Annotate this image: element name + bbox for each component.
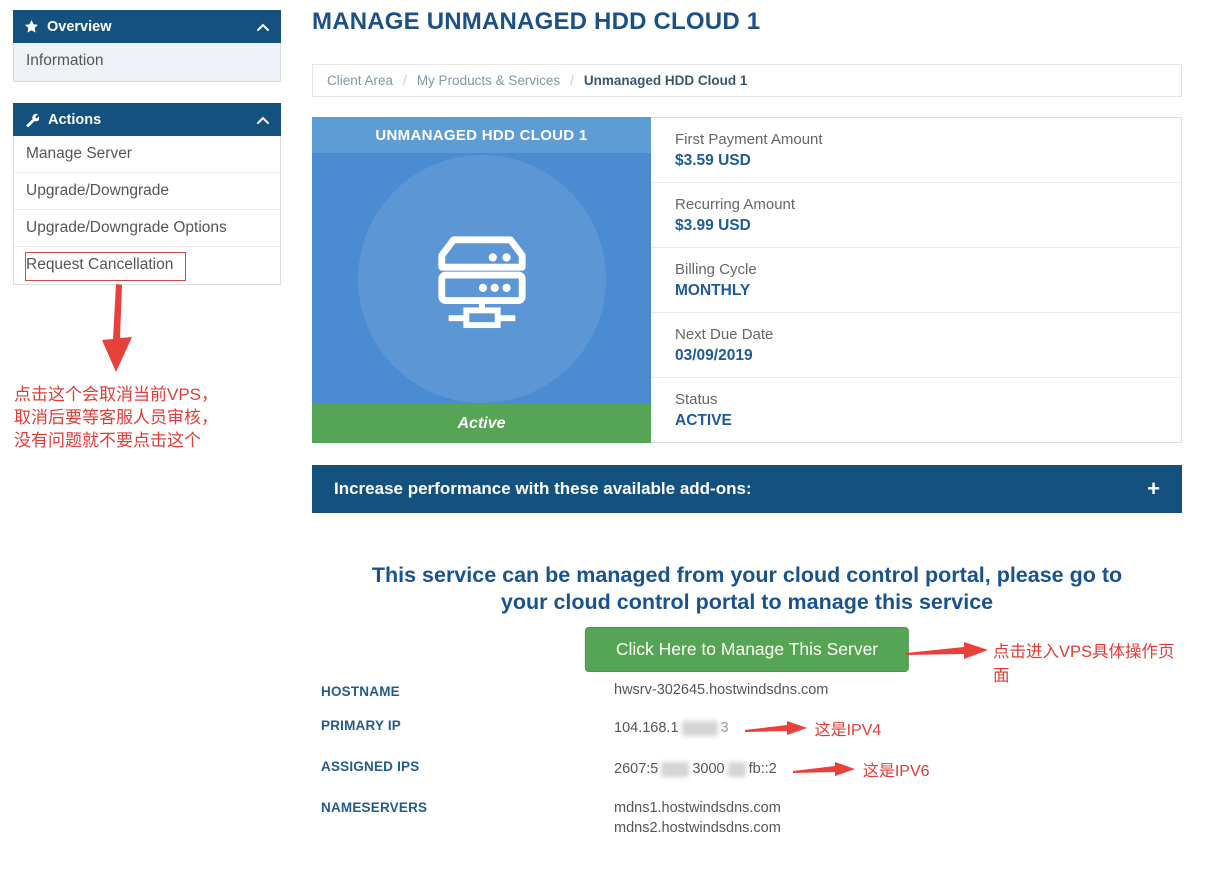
breadcrumb-separator: / — [570, 73, 574, 88]
hostname-value: hwsrv-302645.hostwindsdns.com — [614, 682, 828, 698]
billing-value: $3.99 USD — [675, 217, 1157, 235]
plus-icon[interactable]: + — [1147, 476, 1160, 502]
billing-value: MONTHLY — [675, 282, 1157, 300]
star-icon — [25, 20, 38, 33]
billing-label: Status — [675, 391, 1157, 408]
chevron-up-icon[interactable] — [257, 23, 269, 31]
service-info: HOSTNAME hwsrv-302645.hostwindsdns.com P… — [321, 682, 1182, 855]
nameservers-value: mdns1.hostwindsdns.com mdns2.hostwindsdn… — [614, 798, 781, 838]
product-summary: UNMANAGED HDD CLOUD 1 — [312, 117, 1182, 443]
product-card-circle — [358, 155, 606, 403]
billing-value: ACTIVE — [675, 412, 1157, 430]
cloud-portal-notice-line: This service can be managed from your cl… — [312, 562, 1182, 589]
server-icon — [423, 228, 541, 330]
manage-annotation: 点击进入VPS具体操作页面 — [993, 638, 1182, 686]
annotation-arrow-right-icon — [793, 761, 855, 778]
billing-value: 03/09/2019 — [675, 347, 1157, 365]
wrench-icon — [25, 113, 39, 127]
overview-panel-body: Information — [13, 43, 281, 82]
nameservers-label: NAMESERVERS — [321, 798, 614, 815]
nameserver-entry: mdns1.hostwindsdns.com — [614, 798, 781, 818]
actions-panel-header[interactable]: Actions — [13, 103, 281, 136]
actions-panel-body: Manage Server Upgrade/Downgrade Upgrade/… — [13, 136, 281, 285]
service-row-primary-ip: PRIMARY IP 104.168.1 3 这是IPV4 — [321, 716, 1182, 740]
cancellation-annotation: 点击这个会取消当前VPS， 取消后要等客服人员审核， 没有问题就不要点击这个 — [14, 383, 294, 452]
cancellation-annotation-line: 点击这个会取消当前VPS， — [14, 383, 294, 406]
overview-panel-header[interactable]: Overview — [13, 10, 281, 43]
breadcrumb-client-area[interactable]: Client Area — [327, 73, 393, 88]
assigned-ips-label: ASSIGNED IPS — [321, 757, 614, 774]
sidebar-item-upgrade-downgrade-options[interactable]: Upgrade/Downgrade Options — [14, 210, 280, 247]
billing-details-panel: First Payment Amount $3.59 USD Recurring… — [651, 117, 1182, 443]
primary-ip-visible: 104.168.1 — [614, 720, 679, 736]
client-area-page: Overview Information Actions Manage Serv… — [0, 0, 1206, 871]
billing-label: First Payment Amount — [675, 131, 1157, 148]
addons-bar-text: Increase performance with these availabl… — [334, 479, 752, 499]
billing-value: $3.59 USD — [675, 152, 1157, 170]
redacted-ip-segment — [728, 762, 746, 777]
breadcrumb: Client Area / My Products & Services / U… — [312, 64, 1182, 97]
chevron-up-icon[interactable] — [257, 116, 269, 124]
annotation-arrow-right-icon — [745, 720, 807, 737]
billing-row-next-due: Next Due Date 03/09/2019 — [651, 313, 1181, 378]
assigned-ips-value: 2607:5 3000 fb::2 这是IPV6 — [614, 757, 930, 781]
cloud-portal-notice: This service can be managed from your cl… — [312, 562, 1182, 616]
sidebar-item-information[interactable]: Information — [14, 43, 280, 81]
billing-row-status: Status ACTIVE — [651, 378, 1181, 442]
manage-server-button[interactable]: Click Here to Manage This Server — [585, 627, 909, 672]
billing-label: Next Due Date — [675, 326, 1157, 343]
actions-panel: Actions Manage Server Upgrade/Downgrade … — [13, 103, 281, 285]
breadcrumb-my-products[interactable]: My Products & Services — [417, 73, 560, 88]
overview-panel-title: Overview — [47, 19, 112, 35]
sidebar-item-upgrade-downgrade[interactable]: Upgrade/Downgrade — [14, 173, 280, 210]
primary-ip-visible: 3 — [721, 720, 729, 736]
product-card-title: UNMANAGED HDD CLOUD 1 — [312, 117, 651, 153]
status-badge: Active — [312, 404, 651, 443]
ipv4-annotation: 这是IPV4 — [815, 716, 882, 740]
product-card-art — [312, 153, 651, 404]
addons-bar[interactable]: Increase performance with these availabl… — [312, 465, 1182, 513]
assigned-ip-visible: 3000 — [692, 761, 724, 777]
assigned-ip-visible: 2607:5 — [614, 761, 658, 777]
page-title: MANAGE UNMANAGED HDD CLOUD 1 — [312, 8, 760, 36]
sidebar-item-request-cancellation[interactable]: Request Cancellation — [14, 247, 280, 284]
service-row-hostname: HOSTNAME hwsrv-302645.hostwindsdns.com — [321, 682, 1182, 699]
billing-label: Recurring Amount — [675, 196, 1157, 213]
ipv6-annotation: 这是IPV6 — [863, 757, 930, 781]
sidebar-item-manage-server[interactable]: Manage Server — [14, 136, 280, 173]
billing-row-cycle: Billing Cycle MONTHLY — [651, 248, 1181, 313]
service-row-nameservers: NAMESERVERS mdns1.hostwindsdns.com mdns2… — [321, 798, 1182, 838]
redacted-ip-segment — [682, 721, 718, 736]
assigned-ip-visible: fb::2 — [749, 761, 777, 777]
billing-label: Billing Cycle — [675, 261, 1157, 278]
product-card: UNMANAGED HDD CLOUD 1 — [312, 117, 651, 443]
billing-row-first-payment: First Payment Amount $3.59 USD — [651, 118, 1181, 183]
cloud-portal-notice-line: your cloud control portal to manage this… — [312, 589, 1182, 616]
primary-ip-value: 104.168.1 3 这是IPV4 — [614, 716, 881, 740]
overview-panel: Overview Information — [13, 10, 281, 82]
annotation-arrow-down-icon — [96, 284, 140, 374]
actions-panel-title: Actions — [48, 112, 101, 128]
breadcrumb-current: Unmanaged HDD Cloud 1 — [584, 73, 748, 88]
hostname-label: HOSTNAME — [321, 682, 614, 699]
cancellation-annotation-line: 没有问题就不要点击这个 — [14, 429, 294, 452]
cancellation-annotation-line: 取消后要等客服人员审核， — [14, 406, 294, 429]
billing-row-recurring: Recurring Amount $3.99 USD — [651, 183, 1181, 248]
annotation-arrow-right-icon — [906, 640, 988, 662]
nameserver-entry: mdns2.hostwindsdns.com — [614, 818, 781, 838]
redacted-ip-segment — [661, 762, 689, 777]
breadcrumb-separator: / — [403, 73, 407, 88]
service-row-assigned-ips: ASSIGNED IPS 2607:5 3000 fb::2 这是IPV6 — [321, 757, 1182, 781]
primary-ip-label: PRIMARY IP — [321, 716, 614, 733]
